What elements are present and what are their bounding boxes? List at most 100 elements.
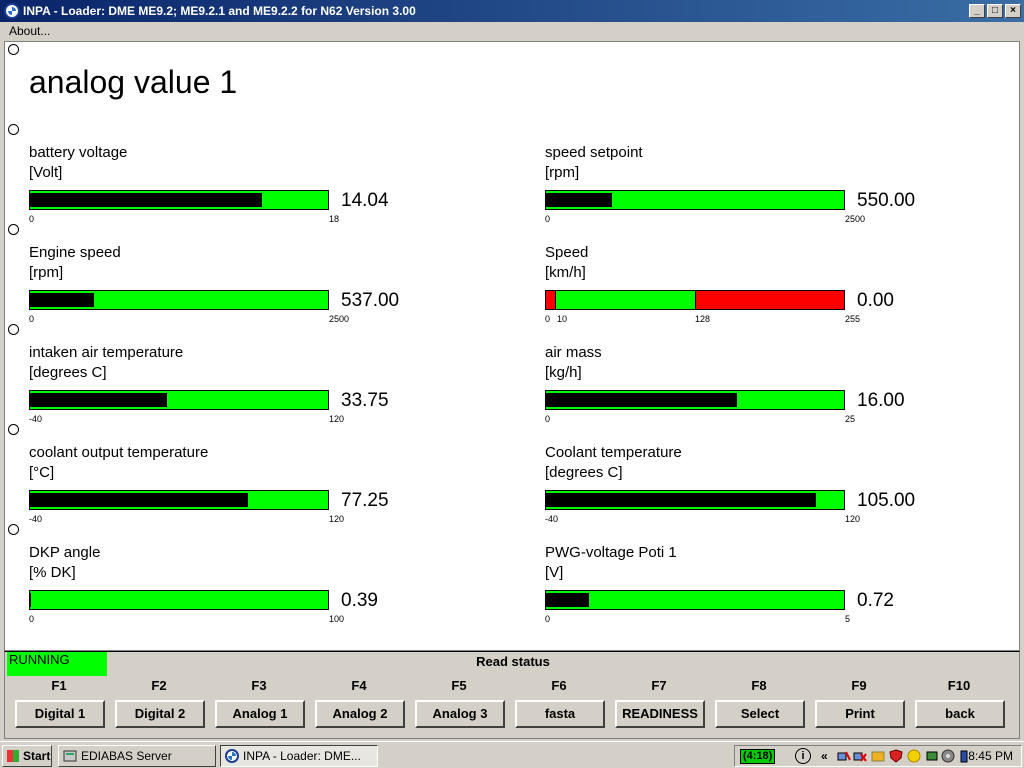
gauge-min: 0 (545, 614, 551, 624)
start-button[interactable]: Start (2, 745, 52, 767)
gauge-fill (546, 493, 816, 507)
close-button[interactable]: × (1005, 4, 1021, 18)
maximize-button[interactable]: □ (987, 4, 1003, 18)
network-icon[interactable] (837, 749, 851, 763)
security-shield-icon[interactable] (889, 749, 903, 763)
disk-icon[interactable] (941, 749, 955, 763)
gauge-bar (29, 390, 329, 410)
analog-2-button[interactable]: Analog 2 (315, 700, 405, 728)
row-marker-radio[interactable] (8, 324, 19, 335)
taskbar-item-label: INPA - Loader: DME... (243, 749, 361, 763)
back-button[interactable]: back (915, 700, 1005, 728)
tray-expand-arrows[interactable]: « (821, 749, 828, 763)
gauge-max: 120 (329, 514, 345, 524)
gauge-value: 0.00 (857, 290, 894, 311)
gauge-unit: [km/h] (545, 264, 586, 281)
gauge-fill (30, 293, 94, 307)
window-title: INPA - Loader: DME ME9.2; ME9.2.1 and ME… (23, 4, 416, 18)
gauge-speed-setpoint: speed setpoint [rpm] 550.00 0 2500 (545, 144, 945, 234)
gauge-unit: [°C] (29, 464, 55, 481)
gauge-mid2: 128 (695, 314, 711, 324)
menu-item-about[interactable]: About... (9, 24, 50, 38)
gauge-dkp-angle: DKP angle [% DK] 0.39 0 100 (29, 544, 429, 634)
fkey-label-f9: F9 (851, 678, 867, 693)
gauge-bar (29, 290, 329, 310)
gauge-label: PWG-voltage Poti 1 (545, 544, 677, 561)
taskbar-item-ediabas[interactable]: EDIABAS Server (58, 745, 216, 767)
fkey-label-f5: F5 (451, 678, 467, 693)
info-icon[interactable]: i (795, 748, 811, 764)
gauge-min: 0 (29, 314, 35, 324)
gauge-bar (545, 590, 845, 610)
gauge-max: 255 (845, 314, 861, 324)
server-icon (63, 750, 77, 762)
row-marker-radio[interactable] (8, 524, 19, 535)
read-status-label: Read status (476, 654, 550, 669)
gauge-fill (30, 393, 167, 407)
taskbar-item-label: EDIABAS Server (81, 749, 172, 763)
gauge-max: 100 (329, 614, 345, 624)
gauge-unit: [rpm] (545, 164, 580, 181)
gauge-bar (545, 390, 845, 410)
taskbar-item-inpa[interactable]: INPA - Loader: DME... (220, 745, 378, 767)
row-marker-radio[interactable] (8, 424, 19, 435)
gauge-unit: [% DK] (29, 564, 76, 581)
digital-1-button[interactable]: Digital 1 (15, 700, 105, 728)
gauge-label: Speed (545, 244, 589, 261)
bmw-logo-icon (4, 3, 20, 19)
gauge-unit: [Volt] (29, 164, 63, 181)
fkey-label-f8: F8 (751, 678, 767, 693)
gauge-bar (545, 490, 845, 510)
clock[interactable]: 8:45 PM (968, 749, 1013, 764)
page-title: analog value 1 (29, 64, 238, 100)
gauge-intake-air-temp: intaken air temperature [degrees C] 33.7… (29, 344, 429, 434)
bmw-logo-icon (225, 749, 239, 763)
gauge-unit: [degrees C] (545, 464, 623, 481)
analog-1-button[interactable]: Analog 1 (215, 700, 305, 728)
title-bar: INPA - Loader: DME ME9.2; ME9.2.1 and ME… (0, 0, 1024, 22)
antivirus-icon[interactable] (907, 749, 921, 763)
gauge-high-zone (695, 291, 844, 309)
system-tray: (4:18) i « 8:45 PM (734, 745, 1022, 767)
row-marker-radio[interactable] (8, 224, 19, 235)
minimize-button[interactable]: _ (969, 4, 985, 18)
gauge-battery-voltage: battery voltage [Volt] 14.04 0 18 (29, 144, 429, 234)
gauge-fill (30, 193, 262, 207)
gauge-min: -40 (29, 514, 43, 524)
main-panel: analog value 1 battery voltage [Volt] 14… (4, 41, 1020, 651)
gauge-value: 77.25 (341, 490, 389, 511)
gauge-max: 5 (845, 614, 851, 624)
gauge-value: 33.75 (341, 390, 389, 411)
gauge-min: 0 (29, 614, 35, 624)
network-disconnected-icon[interactable] (853, 749, 867, 763)
usb-device-icon[interactable] (925, 749, 939, 763)
gauge-coolant-output-temp: coolant output temperature [°C] 77.25 -4… (29, 444, 429, 534)
gauge-coolant-temp: Coolant temperature [degrees C] 105.00 -… (545, 444, 945, 534)
gauge-min: 0 (545, 414, 551, 424)
row-marker-radio[interactable] (8, 44, 19, 55)
gauge-pwg-voltage: PWG-voltage Poti 1 [V] 0.72 0 5 (545, 544, 945, 634)
folder-icon[interactable] (871, 749, 885, 763)
gauge-bar (29, 590, 329, 610)
row-marker-radio[interactable] (8, 124, 19, 135)
gauge-unit: [V] (545, 564, 564, 581)
fkey-label-f7: F7 (651, 678, 667, 693)
fasta-button[interactable]: fasta (515, 700, 605, 728)
gauge-max: 120 (845, 514, 861, 524)
gauge-bar (545, 190, 845, 210)
gauge-label: air mass (545, 344, 602, 361)
gauge-label: coolant output temperature (29, 444, 209, 461)
gauge-label: speed setpoint (545, 144, 643, 161)
select-button[interactable]: Select (715, 700, 805, 728)
battery-indicator[interactable]: (4:18) (740, 749, 776, 764)
print-button[interactable]: Print (815, 700, 905, 728)
analog-3-button[interactable]: Analog 3 (415, 700, 505, 728)
gauge-min: 0 (545, 314, 551, 324)
readiness-button[interactable]: READINESS (615, 700, 705, 728)
fkey-label-f4: F4 (351, 678, 367, 693)
gauge-bar (545, 290, 845, 310)
gauge-value: 537.00 (341, 290, 400, 311)
window-controls: _ □ × (969, 4, 1021, 18)
gauge-unit: [rpm] (29, 264, 64, 281)
digital-2-button[interactable]: Digital 2 (115, 700, 205, 728)
